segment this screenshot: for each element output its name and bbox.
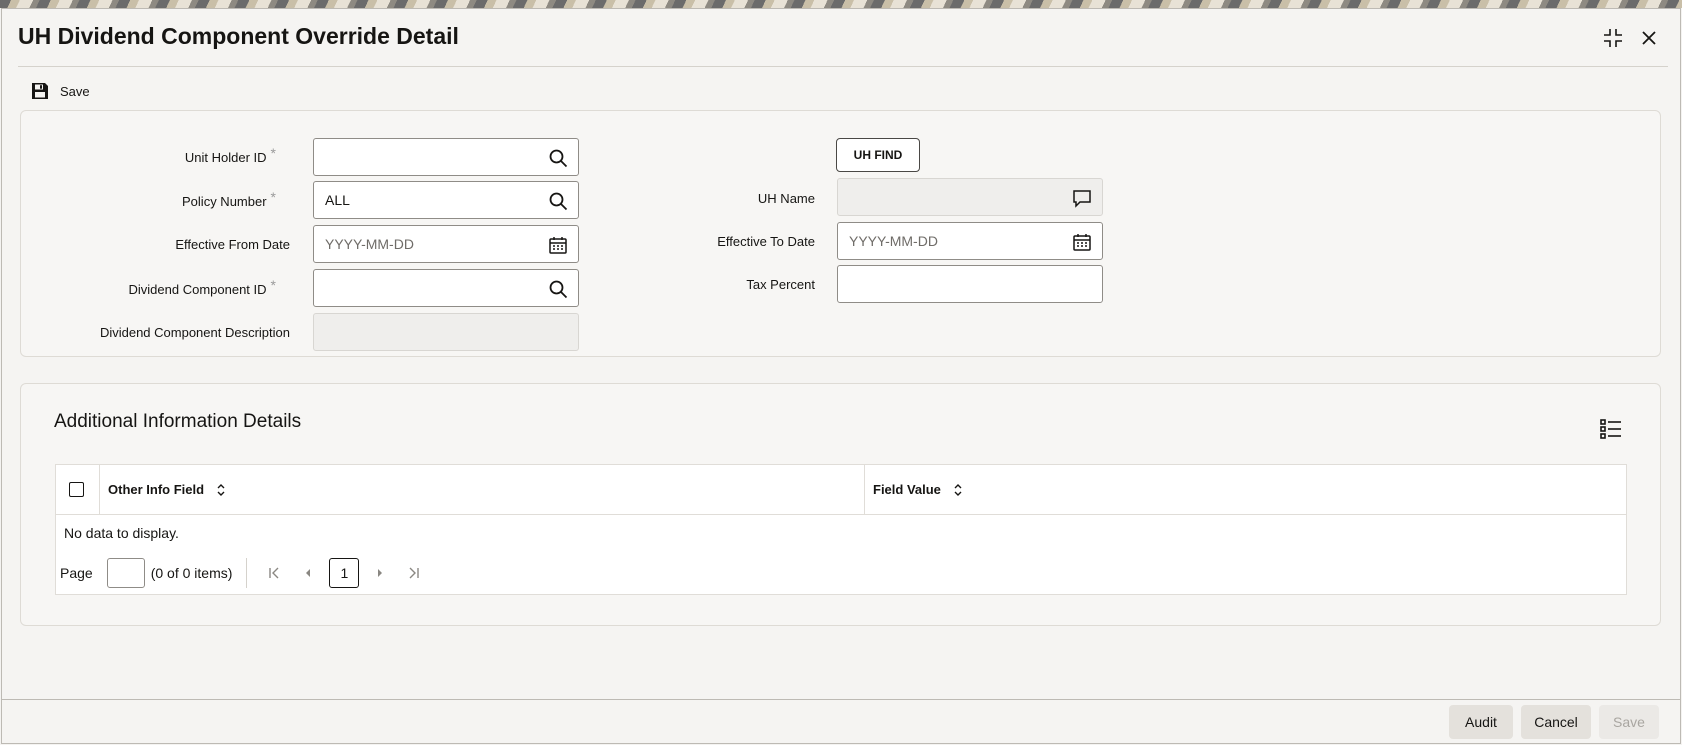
list-view-icon[interactable] (1599, 417, 1623, 441)
policy-number-label-text: Policy Number (182, 194, 267, 209)
page-number-input[interactable] (106, 558, 145, 588)
next-page-icon (378, 569, 383, 577)
select-all-checkbox[interactable] (69, 482, 84, 497)
table-pager: Page (0 of 0 items) 1 (60, 557, 435, 589)
dividend-component-description-field (313, 313, 579, 351)
audit-button[interactable]: Audit (1449, 705, 1513, 739)
unit-holder-id-input[interactable] (314, 139, 578, 175)
page-label: Page (60, 565, 93, 581)
tax-percent-field[interactable] (837, 265, 1103, 303)
search-icon[interactable] (548, 191, 568, 211)
column-header-field-value[interactable]: Field Value (873, 482, 963, 497)
close-icon (1642, 31, 1656, 45)
cancel-button[interactable]: Cancel (1521, 705, 1591, 739)
dividend-component-description-label: Dividend Component Description (99, 325, 290, 340)
effective-to-date-label: Effective To Date (717, 234, 815, 249)
column-header-other-info-field[interactable]: Other Info Field (108, 482, 226, 497)
first-page-icon (269, 567, 279, 579)
toolbar-save-label: Save (60, 83, 90, 99)
required-mark: * (270, 145, 276, 161)
unit-holder-id-label: Unit Holder ID * (184, 145, 276, 165)
dividend-component-description-input (314, 314, 578, 350)
column-divider (864, 465, 865, 515)
sort-icon (954, 483, 962, 496)
policy-number-input[interactable] (314, 182, 578, 218)
footer-divider (1, 699, 1681, 700)
restore-window-button[interactable] (1600, 25, 1626, 51)
policy-number-label: Policy Number * (182, 189, 276, 209)
pager-divider (246, 558, 248, 588)
policy-number-field[interactable] (313, 181, 579, 219)
required-mark: * (270, 277, 276, 293)
floppy-disk-icon (32, 83, 48, 99)
last-page-button[interactable] (401, 560, 427, 586)
page-item-count: (0 of 0 items) (150, 565, 233, 581)
effective-to-date-field[interactable] (837, 222, 1103, 260)
unit-holder-id-label-text: Unit Holder ID (184, 150, 267, 165)
uh-name-field (837, 178, 1103, 216)
toolbar-save-button[interactable]: Save (30, 81, 90, 101)
additional-info-table: Other Info Field Field Value No data to … (55, 464, 1627, 595)
effective-from-date-field[interactable] (313, 225, 579, 263)
uh-find-button[interactable]: UH FIND (836, 138, 920, 172)
tax-percent-input[interactable] (838, 266, 1102, 302)
next-page-button[interactable] (367, 560, 393, 586)
last-page-icon (409, 567, 420, 579)
search-icon[interactable] (548, 279, 568, 299)
effective-to-date-input[interactable] (838, 223, 1102, 259)
close-window-button[interactable] (1636, 25, 1662, 51)
sort-icon (217, 483, 225, 496)
current-page-button[interactable]: 1 (329, 558, 360, 588)
decorative-header-band (0, 0, 1682, 8)
uh-name-label: UH Name (757, 191, 815, 206)
dividend-component-id-field[interactable] (313, 269, 579, 307)
collapse-fullscreen-icon (1604, 29, 1622, 47)
title-divider (18, 66, 1668, 67)
footer-save-button[interactable]: Save (1599, 705, 1659, 739)
column-header-label: Other Info Field (108, 482, 205, 497)
required-mark: * (270, 189, 276, 205)
dividend-component-id-label-text: Dividend Component ID (128, 282, 267, 297)
dividend-component-id-input[interactable] (314, 270, 578, 306)
column-header-label: Field Value (873, 482, 941, 497)
dividend-component-id-label: Dividend Component ID * (128, 277, 276, 297)
unit-holder-id-field[interactable] (313, 138, 579, 176)
table-header: Other Info Field Field Value (56, 465, 1626, 515)
additional-info-title: Additional Information Details (54, 411, 302, 432)
search-icon[interactable] (548, 148, 568, 168)
calendar-icon[interactable] (1072, 232, 1092, 252)
uh-name-input (838, 179, 1102, 215)
previous-page-button[interactable] (295, 560, 321, 586)
calendar-icon[interactable] (548, 235, 568, 255)
page-title: UH Dividend Component Override Detail (18, 23, 459, 49)
empty-table-message: No data to display. (64, 525, 179, 541)
effective-from-date-input[interactable] (314, 226, 578, 262)
previous-page-icon (306, 569, 311, 577)
effective-from-date-label: Effective From Date (175, 237, 290, 252)
tax-percent-label: Tax Percent (746, 277, 815, 292)
first-page-button[interactable] (261, 560, 287, 586)
speech-bubble-icon[interactable] (1072, 188, 1092, 208)
column-divider (99, 465, 100, 515)
